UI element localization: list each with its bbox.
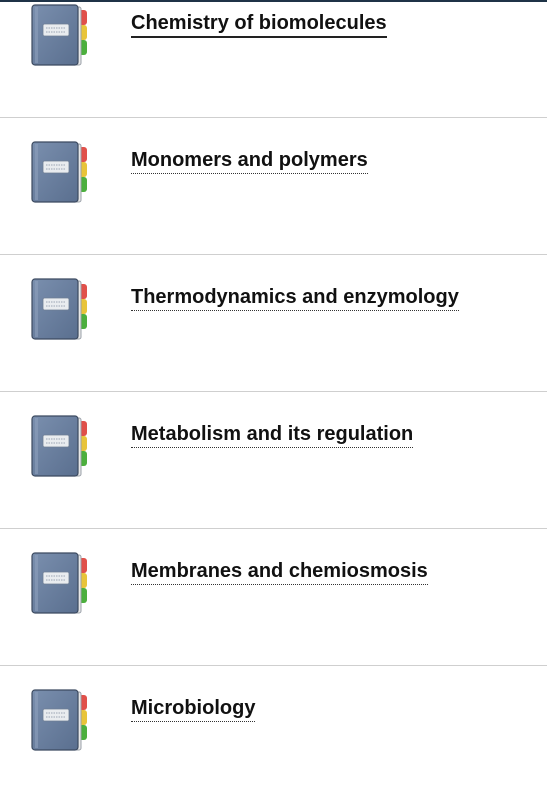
list-item-topic[interactable]: Thermodynamics and enzymology — [0, 255, 547, 392]
notebook-icon[interactable] — [31, 4, 89, 68]
list-item-topic[interactable]: Monomers and polymers — [0, 118, 547, 255]
list-item-topic[interactable]: Membranes and chemiosmosis — [0, 529, 547, 666]
topic-link[interactable]: Thermodynamics and enzymology — [131, 285, 459, 311]
notebook-icon[interactable] — [31, 415, 89, 479]
notebook-icon[interactable] — [31, 141, 89, 205]
list-item-topic[interactable]: Microbiology — [0, 666, 547, 803]
topic-link[interactable]: Metabolism and its regulation — [131, 422, 414, 448]
topic-list: Chemistry of biomolecules Monomers and p… — [0, 0, 547, 803]
notebook-icon[interactable] — [31, 552, 89, 616]
topic-link[interactable]: Membranes and chemiosmosis — [131, 559, 428, 585]
notebook-icon[interactable] — [31, 278, 89, 342]
topic-link[interactable]: Microbiology — [131, 696, 256, 722]
list-item-topic[interactable]: Metabolism and its regulation — [0, 392, 547, 529]
topic-link[interactable]: Monomers and polymers — [131, 148, 368, 174]
list-item-topic[interactable]: Chemistry of biomolecules — [0, 0, 547, 118]
notebook-icon[interactable] — [31, 689, 89, 753]
topic-link[interactable]: Chemistry of biomolecules — [131, 11, 387, 38]
